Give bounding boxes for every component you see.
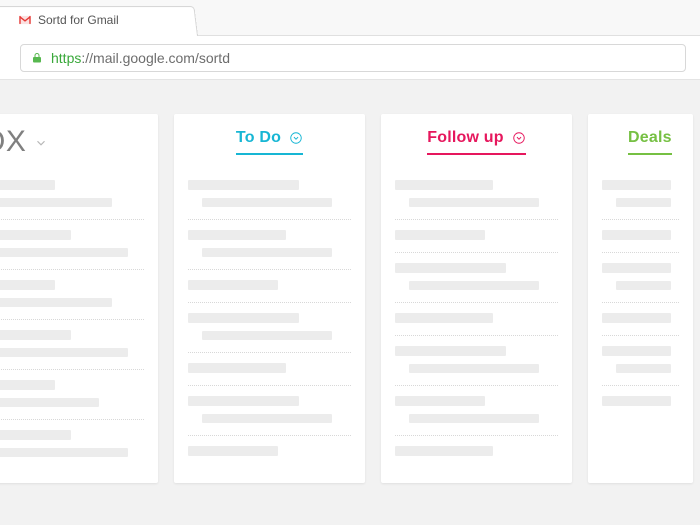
list-item[interactable]: [602, 220, 679, 253]
address-url: https://mail.google.com/sortd: [51, 50, 230, 66]
column-header-todo[interactable]: To Do: [174, 114, 365, 170]
column-header-followup[interactable]: Follow up: [381, 114, 572, 170]
list-item[interactable]: [602, 303, 679, 336]
column-todo[interactable]: To Do: [174, 114, 365, 483]
column-body-followup: [381, 170, 572, 482]
column-body-inbox: [0, 170, 158, 483]
column-header-inbox[interactable]: OX: [0, 114, 158, 170]
list-item[interactable]: [395, 436, 558, 468]
column-deals[interactable]: Deals: [588, 114, 693, 483]
list-item[interactable]: [0, 170, 144, 220]
list-item[interactable]: [0, 370, 144, 420]
browser-tab-content[interactable]: Sortd for Gmail: [0, 9, 196, 31]
tab-bar: Sortd for Gmail: [0, 0, 700, 36]
list-item[interactable]: [188, 170, 351, 220]
list-item[interactable]: [602, 253, 679, 303]
list-item[interactable]: [0, 320, 144, 370]
column-title-todo: To Do: [236, 129, 281, 147]
column-inbox[interactable]: OX: [0, 114, 158, 483]
list-item[interactable]: [188, 436, 351, 468]
browser-chrome: Sortd for Gmail https://mail.google.com/…: [0, 0, 700, 80]
chevron-down-circle-icon[interactable]: [512, 131, 526, 145]
list-item[interactable]: [395, 336, 558, 386]
chevron-down-circle-icon[interactable]: [289, 131, 303, 145]
list-item[interactable]: [188, 220, 351, 270]
lock-icon: [31, 52, 43, 64]
list-item[interactable]: [395, 253, 558, 303]
chevron-down-icon[interactable]: [34, 135, 48, 149]
address-bar[interactable]: https://mail.google.com/sortd: [20, 44, 686, 72]
column-title-inbox: OX: [0, 125, 26, 159]
board: OX: [0, 114, 700, 483]
list-item[interactable]: [188, 270, 351, 303]
list-item[interactable]: [395, 386, 558, 436]
column-title-deals: Deals: [628, 129, 672, 147]
url-path: ://mail.google.com/sortd: [81, 50, 230, 66]
gmail-favicon-icon: [18, 13, 32, 27]
list-item[interactable]: [188, 353, 351, 386]
list-item[interactable]: [395, 170, 558, 220]
list-item[interactable]: [602, 386, 679, 418]
browser-tab-title: Sortd for Gmail: [38, 13, 119, 27]
list-item[interactable]: [188, 386, 351, 436]
column-header-deals[interactable]: Deals: [588, 114, 693, 170]
list-item[interactable]: [602, 336, 679, 386]
board-workspace: OX: [0, 80, 700, 525]
list-item[interactable]: [0, 420, 144, 469]
list-item[interactable]: [0, 270, 144, 320]
url-protocol: https: [51, 50, 81, 66]
column-followup[interactable]: Follow up: [381, 114, 572, 483]
list-item[interactable]: [602, 170, 679, 220]
list-item[interactable]: [188, 303, 351, 353]
column-body-deals: [588, 170, 693, 432]
list-item[interactable]: [0, 220, 144, 270]
list-item[interactable]: [395, 220, 558, 253]
column-body-todo: [174, 170, 365, 482]
column-title-followup: Follow up: [427, 129, 503, 147]
list-item[interactable]: [395, 303, 558, 336]
address-row: https://mail.google.com/sortd: [0, 36, 700, 80]
